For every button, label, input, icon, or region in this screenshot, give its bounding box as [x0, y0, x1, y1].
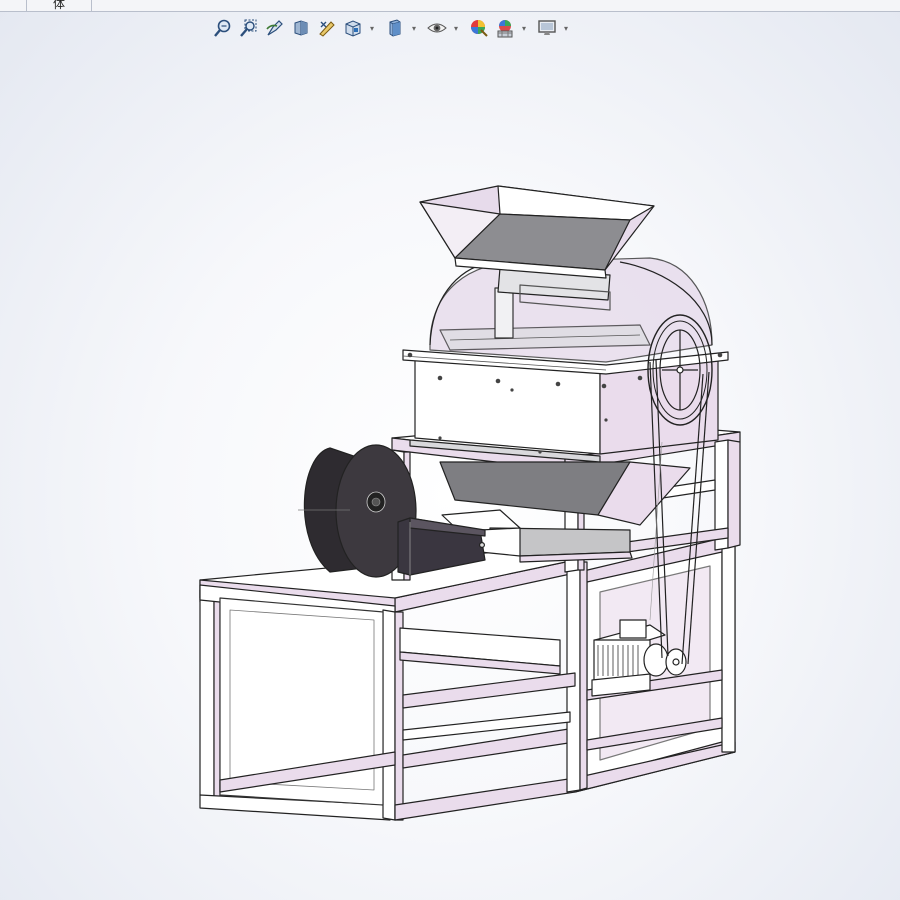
zoom-to-fit-icon[interactable]	[212, 17, 234, 39]
heads-up-view-toolbar: ▾ ▾ ▾ ▾ ▾	[212, 16, 574, 40]
graphics-area[interactable]	[0, 41, 900, 900]
display-style-dropdown-icon[interactable]: ▾	[410, 24, 418, 33]
section-view-icon[interactable]	[290, 17, 312, 39]
hide-show-items-icon[interactable]	[426, 17, 448, 39]
3d-assembly-model	[199, 185, 741, 821]
view-orientation-icon[interactable]	[342, 17, 364, 39]
hide-show-dropdown-icon[interactable]: ▾	[452, 24, 460, 33]
zoom-to-area-icon[interactable]	[238, 17, 260, 39]
document-tab[interactable]: 体	[26, 0, 92, 11]
dynamic-annotation-icon[interactable]	[316, 17, 338, 39]
display-style-icon[interactable]	[384, 17, 406, 39]
apply-scene-dropdown-icon[interactable]: ▾	[520, 24, 528, 33]
view-orientation-dropdown-icon[interactable]: ▾	[368, 24, 376, 33]
previous-view-icon[interactable]	[264, 17, 286, 39]
thresher-housing	[402, 257, 729, 463]
edit-appearance-icon[interactable]	[468, 17, 490, 39]
document-tab-strip: 体	[0, 0, 900, 12]
lower-frame	[199, 534, 736, 821]
view-settings-icon[interactable]	[536, 17, 558, 39]
apply-scene-icon[interactable]	[494, 17, 516, 39]
view-settings-dropdown-icon[interactable]: ▾	[562, 24, 570, 33]
